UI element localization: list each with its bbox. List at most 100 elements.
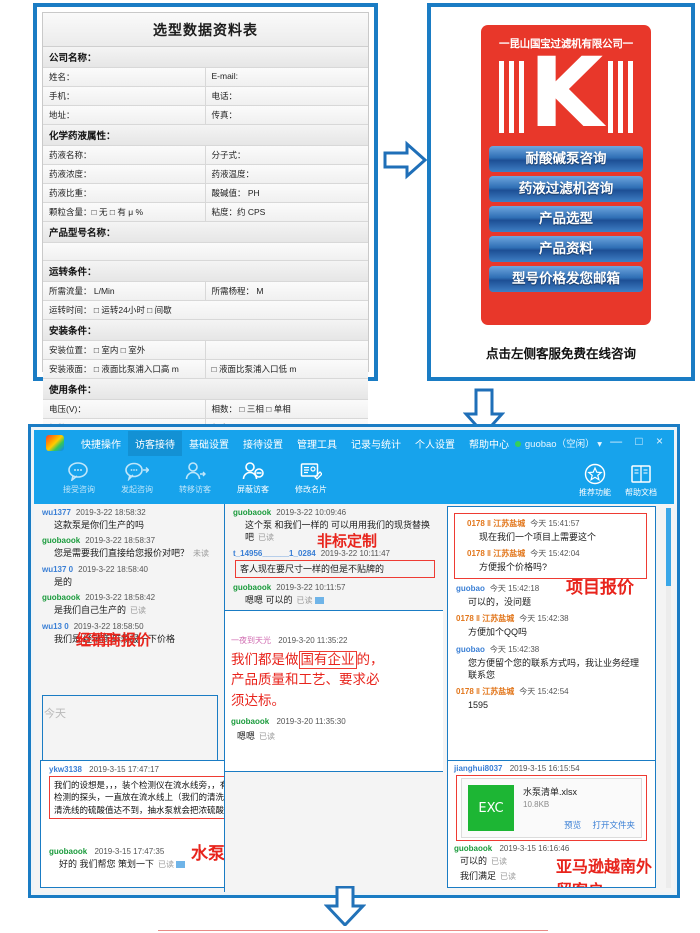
message-text: 您方便留个您的联系方式吗，我让业务经理联系您 <box>468 658 639 680</box>
scrollbar-thumb[interactable] <box>666 508 671 586</box>
message-header: guobao今天 15:42:38 <box>456 644 647 655</box>
toolbar-button-修改名片[interactable]: 修改名片 <box>282 456 340 495</box>
form-field-right[interactable]: 电话： <box>206 87 369 105</box>
sender-name[interactable]: 0178 ‖ 江苏盐城 <box>467 519 525 528</box>
file-attachment-card[interactable]: EXC 水泵清单.xlsx 10.8KB 预览 打开文件夹 <box>461 778 642 838</box>
toolbar-button-发起咨询[interactable]: 发起咨询 <box>108 456 166 495</box>
sender-name[interactable]: guobaook <box>233 583 271 592</box>
sender-name[interactable]: guobaook <box>42 536 80 545</box>
read-status: 未读 <box>193 549 209 558</box>
promo-button-1[interactable]: 耐酸碱泵咨询 <box>489 146 643 172</box>
menu-item-8[interactable]: 帮助中心 <box>462 431 516 456</box>
sender-name[interactable]: t_14956______1_0284 <box>233 549 316 558</box>
chat-accept-icon <box>50 459 108 483</box>
toolbar-button-label: 发起咨询 <box>108 484 166 495</box>
form-field-right[interactable]: □ 液面比泵浦入口低 m <box>206 360 369 378</box>
form-section-label: 化学药液属性： <box>43 125 368 145</box>
menu-item-7[interactable]: 个人设置 <box>408 431 462 456</box>
form-field-left[interactable]: 所需流量： L/Min <box>43 282 206 300</box>
menu-item-2[interactable]: 访客接待 <box>128 431 182 456</box>
sender-name[interactable]: wu13 0 <box>42 622 69 631</box>
menu-item-1[interactable]: 快捷操作 <box>74 431 128 456</box>
open-folder-link[interactable]: 打开文件夹 <box>592 820 635 830</box>
big-message-line3: 须达标。 <box>231 691 439 711</box>
promo-button-4[interactable]: 产品资料 <box>489 236 643 262</box>
form-field-left[interactable]: 药液名称： <box>43 146 206 164</box>
message-body: 方便加个QQ吗 <box>456 624 647 638</box>
form-field-left[interactable]: 手机： <box>43 87 206 105</box>
account-name: guobao（空闲） <box>525 439 595 450</box>
sender-name[interactable]: guobaook <box>42 593 80 602</box>
menu-item-3[interactable]: 基础设置 <box>182 431 236 456</box>
message-time: 2019-3-22 18:58:32 <box>76 508 146 517</box>
read-status: 已读 <box>297 596 313 605</box>
toolbar-button-推荐功能[interactable]: 推荐功能 <box>572 459 618 498</box>
form-row <box>43 243 368 261</box>
scrollbar-right[interactable] <box>666 508 671 888</box>
message-header: guobaook2019-3-22 18:58:42 <box>42 593 216 602</box>
sender-name[interactable]: wu137 0 <box>42 565 73 574</box>
form-field-left[interactable]: 姓名： <box>43 68 206 86</box>
bottom-divider <box>158 930 548 931</box>
window-controls[interactable]: — □ × <box>610 434 668 448</box>
toolbar-button-label: 推荐功能 <box>572 487 618 498</box>
toolbar-button-屏蔽访客[interactable]: 屏蔽访客 <box>224 456 282 495</box>
form-row: 所需流量： L/Min所需杨程： M <box>43 282 368 301</box>
form-field-left[interactable]: 安装液面： □ 液面比泵浦入口高 m <box>43 360 206 378</box>
form-field-right[interactable]: 相数： □ 三相 □ 单相 <box>206 400 369 418</box>
sender-name[interactable]: wu1377 <box>42 508 71 517</box>
form-title: 选型数据资料表 <box>43 13 368 47</box>
form-field-left[interactable]: 安装位置： □ 室内 □ 室外 <box>43 341 206 359</box>
form-field-left[interactable]: 药液浓度： <box>43 165 206 183</box>
message-header: guobaook2019-3-22 10:09:46 <box>233 508 435 517</box>
form-field-right[interactable]: 药液温度： <box>206 165 369 183</box>
sender-name[interactable]: 0178 ‖ 江苏盐城 <box>456 614 514 623</box>
form-field-right[interactable]: 传真： <box>206 106 369 124</box>
form-row: 安装位置： □ 室内 □ 室外 <box>43 341 368 360</box>
chat-message: 0178 ‖ 江苏盐城今天 15:42:04方便报个价格吗? <box>459 546 642 576</box>
form-blank-cell[interactable] <box>43 243 368 260</box>
selection-data-form-panel: 选型数据资料表 公司名称：姓名：E-mail:手机：电话：地址：传真：化学药液属… <box>33 3 378 381</box>
form-rows: 公司名称：姓名：E-mail:手机：电话：地址：传真：化学药液属性：药液名称：分… <box>43 47 368 457</box>
read-status: 已读 <box>259 732 275 741</box>
message-body: 客人现在要尺寸一样的但是不贴牌的 <box>233 558 435 578</box>
sender-name[interactable]: guobao <box>456 645 485 654</box>
account-status[interactable]: guobao（空闲） ▾ <box>515 436 602 450</box>
form-field-left[interactable]: 电压(V)： <box>43 400 206 418</box>
form-field-right[interactable]: 分子式： <box>206 146 369 164</box>
sender-name[interactable]: 0178 ‖ 江苏盐城 <box>456 687 514 696</box>
form-field-right[interactable]: E-mail: <box>206 68 369 86</box>
menu-item-6[interactable]: 记录与统计 <box>344 431 408 456</box>
promo-button-5[interactable]: 型号价格发您邮箱 <box>489 266 643 292</box>
promo-button-3[interactable]: 产品选型 <box>489 206 643 232</box>
toolbar-button-转移访客[interactable]: 转移访客 <box>166 456 224 495</box>
message-time: 2019-3-20 11:35:22 <box>278 636 347 645</box>
message-header: 0178 ‖ 江苏盐城今天 15:41:57 <box>467 518 634 529</box>
form-field-left[interactable]: 药液比重： <box>43 184 206 202</box>
promo-logo: K <box>481 51 651 146</box>
form-field-right[interactable]: 粘度：约 CPS <box>206 203 369 221</box>
menu-item-4[interactable]: 接待设置 <box>236 431 290 456</box>
form-field-right[interactable]: 所需杨程： M <box>206 282 369 300</box>
form-row: 运转条件： <box>43 261 368 282</box>
preview-link[interactable]: 预览 <box>564 820 581 830</box>
form-field-left[interactable]: 颗粒含量：□ 无 □ 有 μ % <box>43 203 206 221</box>
sender-name[interactable]: guobao <box>456 584 485 593</box>
form-field-label: 运转时间： □ 运转24小时 □ 间歇 <box>43 301 368 319</box>
promo-button-2[interactable]: 药液过滤机咨询 <box>489 176 643 202</box>
form-field-right[interactable]: 酸碱值： PH <box>206 184 369 202</box>
file-actions: 预览 打开文件夹 <box>523 819 635 831</box>
toolbar-button-帮助文档[interactable]: 帮助文档 <box>618 459 664 498</box>
message-body: 您方便留个您的联系方式吗，我让业务经理联系您 <box>456 655 647 681</box>
message-time: 2019-3-22 18:58:40 <box>78 565 148 574</box>
menu-item-5[interactable]: 管理工具 <box>290 431 344 456</box>
form-field-right[interactable] <box>206 341 369 359</box>
toolbar-button-接受咨询[interactable]: 接受咨询 <box>50 456 108 495</box>
chevron-down-icon[interactable]: ▾ <box>597 439 602 450</box>
form-field-left[interactable]: 地址： <box>43 106 206 124</box>
chat-window-inner: 快捷操作访客接待基础设置接待设置管理工具记录与统计个人设置帮助中心 guobao… <box>34 430 674 892</box>
user-transfer-icon <box>166 459 224 483</box>
sender-name[interactable]: guobaook <box>233 508 271 517</box>
sender-name[interactable]: 0178 ‖ 江苏盐城 <box>467 549 525 558</box>
toolbar-right-group: 推荐功能帮助文档 <box>572 459 664 498</box>
